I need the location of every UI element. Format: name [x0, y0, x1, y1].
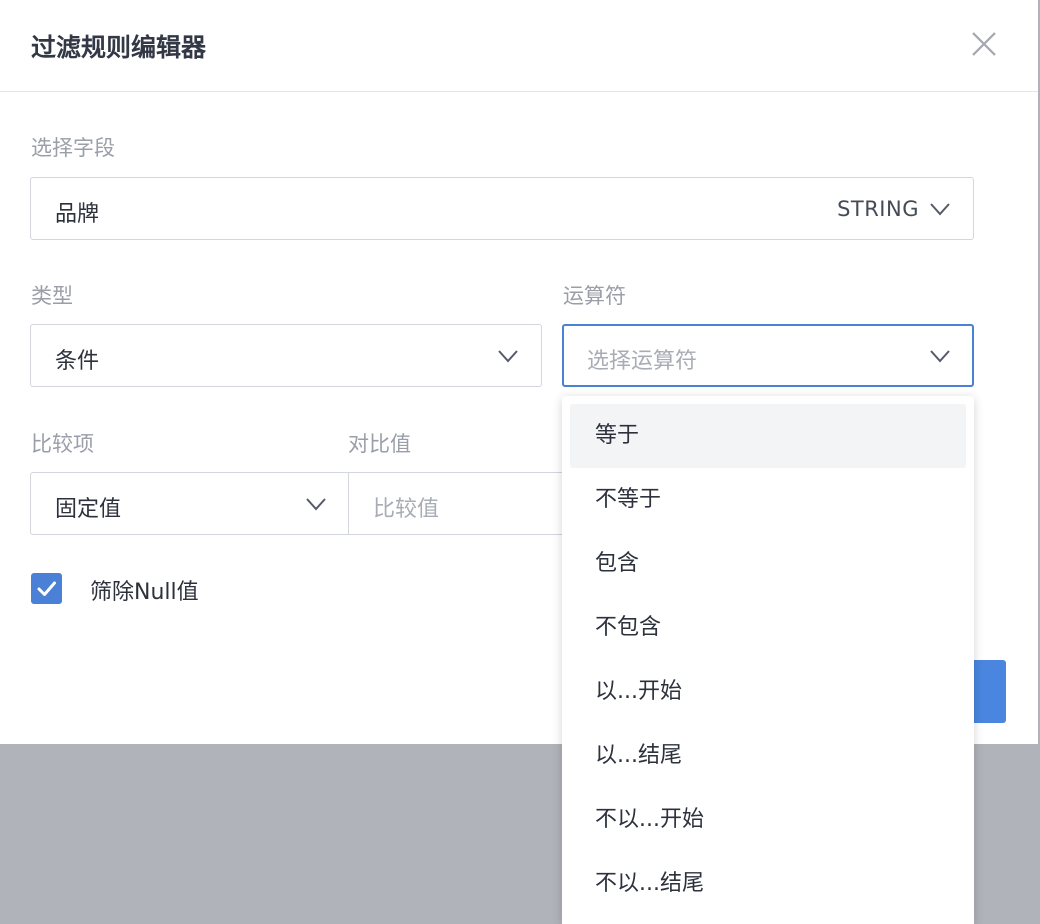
- operator-option[interactable]: 包含: [570, 532, 966, 596]
- operator-option[interactable]: 不包含: [570, 596, 966, 660]
- operator-option[interactable]: 不以...开始: [570, 788, 966, 852]
- operator-option[interactable]: 以...结尾: [570, 724, 966, 788]
- operator-option[interactable]: 以...开始: [570, 660, 966, 724]
- filter-null-checkbox[interactable]: [31, 573, 62, 604]
- operator-option[interactable]: 不等于: [570, 468, 966, 532]
- close-button[interactable]: [968, 28, 1000, 60]
- field-type-tag: STRING: [837, 197, 919, 221]
- chevron-down-icon: [498, 350, 518, 363]
- field-select-label: 选择字段: [31, 136, 115, 160]
- field-select[interactable]: 品牌 STRING: [30, 177, 974, 240]
- chevron-down-icon: [930, 350, 950, 363]
- dialog-title: 过滤规则编辑器: [31, 33, 207, 62]
- operator-dropdown-menu: 等于 不等于 包含 不包含 以...开始 以...结尾 不以...开始 不以..…: [562, 396, 974, 924]
- close-icon: [972, 32, 996, 56]
- dialog-header: 过滤规则编辑器: [0, 0, 1038, 92]
- operator-select[interactable]: 选择运算符: [562, 324, 974, 387]
- operator-option[interactable]: 等于: [570, 404, 966, 468]
- operator-label: 运算符: [563, 284, 626, 308]
- compare-value-label: 对比值: [348, 432, 411, 456]
- filter-null-label: 筛除Null值: [90, 580, 199, 605]
- chevron-down-icon: [306, 498, 326, 511]
- check-icon: [37, 581, 56, 596]
- type-select[interactable]: 条件: [30, 324, 542, 387]
- chevron-down-icon: [930, 203, 950, 216]
- type-select-value: 条件: [55, 349, 100, 374]
- type-label: 类型: [31, 284, 73, 308]
- operator-option[interactable]: 不以...结尾: [570, 852, 966, 916]
- compare-value-placeholder: 比较值: [373, 497, 440, 522]
- field-select-value: 品牌: [55, 202, 100, 227]
- compare-item-value: 固定值: [55, 497, 122, 522]
- compare-item-label: 比较项: [31, 432, 94, 456]
- operator-placeholder: 选择运算符: [587, 349, 698, 374]
- compare-item-select[interactable]: 固定值: [30, 472, 350, 535]
